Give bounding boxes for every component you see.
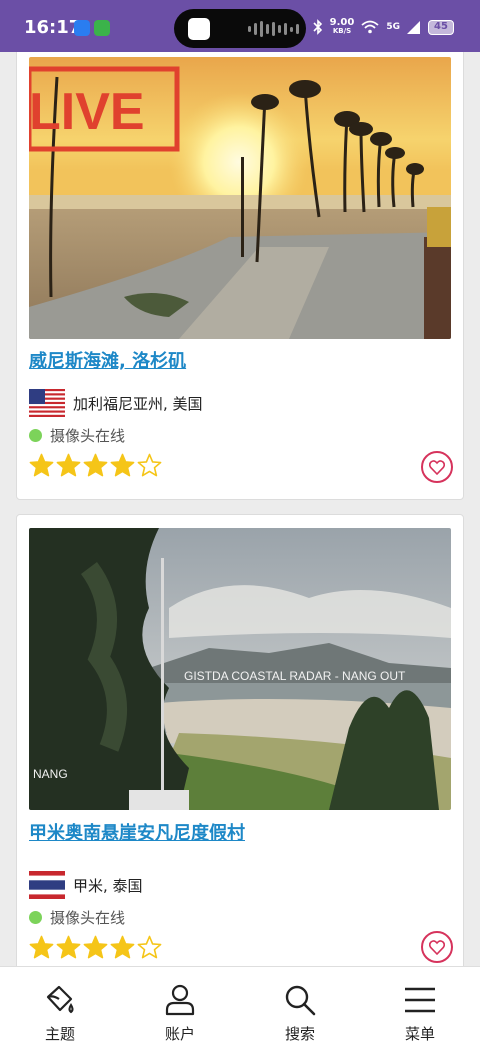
network-speed: 9.00 KB/S (329, 17, 355, 36)
th-flag-icon (29, 871, 65, 899)
webcam-location: 加利福尼亚州, 美国 (29, 389, 203, 417)
favorite-button[interactable] (421, 451, 453, 483)
cell-signal-icon (407, 20, 420, 34)
star-empty-icon (137, 935, 162, 959)
menu-icon (405, 987, 435, 1013)
heart-icon (429, 939, 445, 955)
location-text: 甲米, 泰国 (73, 876, 143, 895)
nav-theme[interactable]: 主题 (0, 967, 120, 1056)
nav-label: 菜单 (404, 1025, 435, 1043)
paint-bucket-icon (46, 985, 74, 1014)
star-filled-icon (83, 453, 108, 477)
live-overlay-text: LIVE (29, 83, 145, 141)
webcam-card: GISTDA COASTAL RADAR - NANG OUT NANG 甲米奥… (16, 514, 464, 966)
audio-wave-icon (248, 21, 299, 37)
status-text: 摄像头在线 (50, 909, 126, 927)
star-filled-icon (29, 453, 54, 477)
location-overlay-text: NANG (33, 767, 68, 781)
app-icon (188, 18, 210, 40)
star-filled-icon (110, 453, 135, 477)
webcam-title-link[interactable]: 威尼斯海滩, 洛杉矶 (29, 347, 186, 373)
radar-overlay-text: GISTDA COASTAL RADAR - NANG OUT (184, 669, 406, 683)
star-filled-icon (56, 935, 81, 959)
star-filled-icon (29, 935, 54, 959)
nav-label: 账户 (164, 1025, 195, 1043)
star-filled-icon (56, 453, 81, 477)
webcam-thumbnail[interactable]: GISTDA COASTAL RADAR - NANG OUT NANG (29, 528, 451, 810)
webcam-location: 甲米, 泰国 (29, 871, 143, 899)
webcam-title-link[interactable]: 甲米奥南悬崖安凡尼度假村 (29, 819, 245, 845)
wifi-icon (361, 20, 379, 34)
dynamic-island (174, 9, 306, 48)
star-filled-icon (83, 935, 108, 959)
star-empty-icon (137, 453, 162, 477)
status-text: 摄像头在线 (50, 427, 126, 445)
bluetooth-icon (313, 19, 322, 35)
nav-account[interactable]: 账户 (120, 967, 240, 1056)
rating-stars (29, 935, 162, 960)
online-dot-icon (29, 911, 42, 924)
search-icon (285, 985, 316, 1016)
location-text: 加利福尼亚州, 美国 (73, 394, 203, 413)
bottom-navigation: 主题 账户 搜索 菜单 (0, 966, 480, 1056)
us-flag-icon (29, 389, 65, 417)
webcam-card: LIVE 威尼斯海滩, 洛杉矶 加利福尼亚州, 美国 摄像头在线 (16, 52, 464, 500)
notification-app-icon (94, 20, 110, 36)
nav-label: 主题 (44, 1025, 75, 1043)
nav-menu[interactable]: 菜单 (360, 967, 480, 1056)
cell-signal-label: 5G (386, 22, 400, 32)
webcam-feed[interactable]: LIVE 威尼斯海滩, 洛杉矶 加利福尼亚州, 美国 摄像头在线 GISTDA … (0, 52, 480, 966)
star-filled-icon (110, 935, 135, 959)
camera-status: 摄像头在线 (29, 907, 125, 928)
status-icons: 9.00 KB/S 5G 45 (313, 18, 454, 36)
status-bar: 16:17 9.00 KB/S 5G 45 (0, 0, 480, 52)
webcam-thumbnail[interactable]: LIVE (29, 57, 451, 339)
camera-status: 摄像头在线 (29, 425, 125, 446)
status-time: 16:17 (24, 17, 82, 38)
heart-icon (429, 459, 445, 475)
user-icon (165, 984, 195, 1016)
rating-stars (29, 453, 162, 478)
nav-search[interactable]: 搜索 (240, 967, 360, 1056)
nav-label: 搜索 (284, 1025, 315, 1043)
notification-app-icon (74, 20, 90, 36)
battery-icon: 45 (428, 19, 454, 35)
online-dot-icon (29, 429, 42, 442)
favorite-button[interactable] (421, 931, 453, 963)
